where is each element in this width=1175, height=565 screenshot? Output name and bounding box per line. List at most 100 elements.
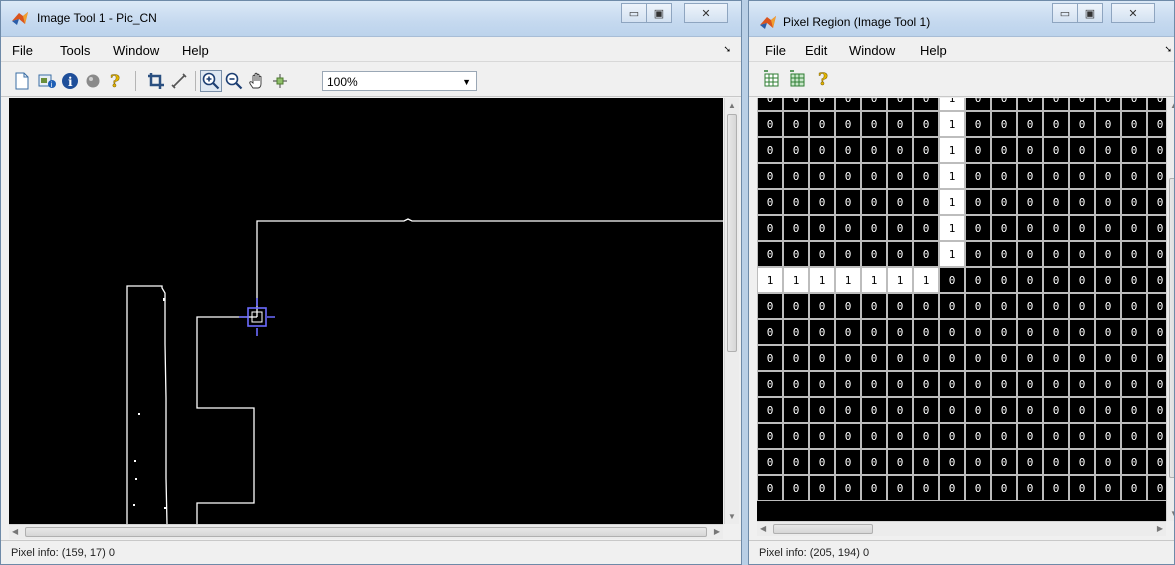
pixel-cell: 0 (1069, 475, 1095, 501)
minimize-button[interactable]: ▭ (1052, 3, 1078, 23)
menu-file[interactable]: File (12, 43, 33, 58)
vertical-scrollbar[interactable]: ▲ ▼ (724, 98, 739, 524)
status-bar: Pixel info: (159, 17) 0 (1, 540, 741, 564)
horizontal-scrollbar[interactable]: ◀ ▶ (757, 521, 1166, 536)
pixel-cell: 0 (809, 137, 835, 163)
pixel-cell: 0 (913, 241, 939, 267)
scroll-up-icon[interactable]: ▲ (1170, 101, 1174, 110)
menu-help[interactable]: Help (182, 43, 209, 58)
circle-icon[interactable] (82, 70, 104, 92)
title-bar[interactable]: Image Tool 1 - Pic_CN ▭ ▣ ✕ (1, 1, 741, 37)
menu-window[interactable]: Window (113, 43, 159, 58)
minimize-button[interactable]: ▭ (621, 3, 647, 23)
pixel-cell: 0 (835, 371, 861, 397)
image-speck (138, 413, 140, 415)
pixel-cell: 0 (887, 449, 913, 475)
pixel-cell: 0 (809, 423, 835, 449)
pixel-cell: 0 (1017, 449, 1043, 475)
title-bar[interactable]: Pixel Region (Image Tool 1) ▭ ▣ ✕ (749, 1, 1174, 37)
pixel-cell: 0 (1147, 137, 1166, 163)
scroll-left-icon[interactable]: ◀ (12, 527, 18, 536)
horizontal-scrollbar[interactable]: ◀ ▶ (9, 524, 723, 539)
menu-help[interactable]: Help (920, 43, 947, 58)
pixel-cell: 0 (809, 111, 835, 137)
info-icon[interactable]: i (59, 70, 81, 92)
horizontal-scroll-thumb[interactable] (773, 524, 873, 534)
image-speck (164, 507, 166, 509)
new-figure-icon[interactable] (11, 70, 33, 92)
pixel-cell: 0 (835, 137, 861, 163)
pixel-cell: 0 (1043, 137, 1069, 163)
pixel-cell: 1 (939, 189, 965, 215)
maximize-button[interactable]: ▣ (1077, 3, 1103, 23)
pixel-cell: 0 (965, 98, 991, 111)
pixel-cell: 0 (783, 397, 809, 423)
pixel-cell: 0 (1017, 267, 1043, 293)
vertical-scroll-thumb[interactable] (727, 114, 737, 352)
scroll-right-icon[interactable]: ▶ (714, 527, 720, 536)
pan-hand-icon[interactable] (246, 70, 268, 92)
pixel-cell: 0 (783, 215, 809, 241)
pixel-cell: 0 (991, 189, 1017, 215)
zoom-out-icon[interactable] (223, 70, 245, 92)
pixel-cell: 0 (887, 137, 913, 163)
pixel-cell: 0 (835, 215, 861, 241)
pixel-cell: 0 (887, 423, 913, 449)
zoom-level-select[interactable]: 100% ▼ (322, 71, 477, 91)
scroll-up-icon[interactable]: ▲ (728, 101, 736, 110)
pixel-cell: 0 (861, 293, 887, 319)
pixel-cell: 0 (913, 215, 939, 241)
window-title: Pixel Region (Image Tool 1) (783, 15, 931, 29)
pixel-cell: 0 (757, 163, 783, 189)
dock-arrow-icon[interactable]: ➘ (1164, 44, 1172, 55)
svg-text:?: ? (110, 72, 120, 90)
image-info-icon[interactable]: i (36, 70, 58, 92)
scroll-down-icon[interactable]: ▼ (728, 512, 736, 521)
pixel-cell: 0 (1147, 163, 1166, 189)
scroll-left-icon[interactable]: ◀ (760, 524, 766, 533)
pixel-cell: 0 (1043, 98, 1069, 111)
pixel-cell: 0 (1147, 111, 1166, 137)
close-button[interactable]: ✕ (684, 3, 728, 23)
zoom-in-icon[interactable] (200, 70, 222, 92)
menu-tools[interactable]: Tools (60, 43, 90, 58)
help-icon[interactable]: ? (105, 70, 127, 92)
pixel-value-grid[interactable]: 0000000100000000000000010000000000000001… (757, 98, 1166, 521)
menu-edit[interactable]: Edit (805, 43, 827, 58)
close-icon: ✕ (701, 7, 711, 20)
vertical-scroll-thumb[interactable] (1169, 178, 1174, 478)
horizontal-scroll-thumb[interactable] (25, 527, 707, 537)
close-button[interactable]: ✕ (1111, 3, 1155, 23)
pixel-cell: 0 (1121, 345, 1147, 371)
pixel-region-icon[interactable] (269, 70, 291, 92)
pixel-cell: 0 (1069, 241, 1095, 267)
vertical-scrollbar[interactable]: ▲ ▼ (1166, 98, 1174, 521)
pixel-cell: 0 (861, 137, 887, 163)
image-canvas[interactable] (9, 98, 723, 524)
scroll-right-icon[interactable]: ▶ (1157, 524, 1163, 533)
crop-icon[interactable] (145, 70, 167, 92)
pixel-cell: 0 (1069, 397, 1095, 423)
pixel-cell: 1 (835, 267, 861, 293)
pixel-cell: 0 (913, 319, 939, 345)
pixel-cell: 0 (861, 215, 887, 241)
pixel-cell: 0 (1121, 397, 1147, 423)
pixel-cell: 0 (913, 449, 939, 475)
pixel-cell: 0 (1095, 449, 1121, 475)
pixel-cell: 0 (783, 371, 809, 397)
menu-window[interactable]: Window (849, 43, 895, 58)
maximize-button[interactable]: ▣ (646, 3, 672, 23)
menu-file[interactable]: File (765, 43, 786, 58)
status-bar: Pixel info: (205, 194) 0 (749, 540, 1174, 564)
svg-text:?: ? (818, 70, 828, 88)
measure-distance-icon[interactable] (168, 70, 190, 92)
grid-icon[interactable] (787, 68, 809, 90)
pixel-cell: 0 (939, 319, 965, 345)
new-pixel-region-icon[interactable] (761, 68, 783, 90)
help-icon[interactable]: ? (813, 68, 835, 90)
pixel-cell: 0 (991, 293, 1017, 319)
pixel-cell: 0 (1043, 397, 1069, 423)
pixel-cell: 1 (783, 267, 809, 293)
scroll-down-icon[interactable]: ▼ (1170, 509, 1174, 518)
dock-arrow-icon[interactable]: ➘ (723, 44, 731, 55)
